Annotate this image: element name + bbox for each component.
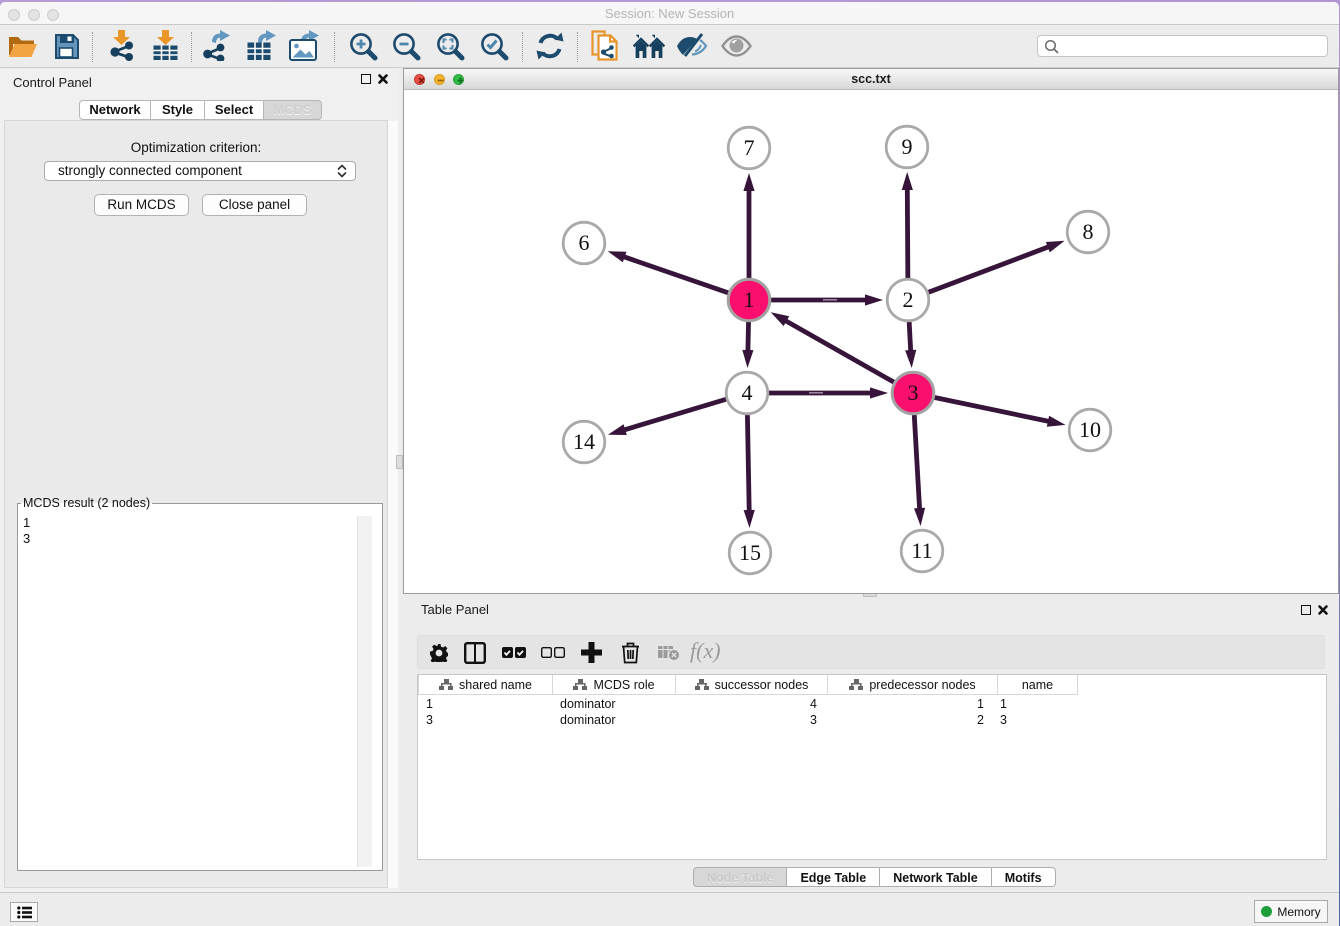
svg-text:2: 2 [903,287,914,312]
svg-text:9: 9 [902,134,913,159]
svg-text:3: 3 [908,380,919,405]
svg-text:15: 15 [739,540,761,565]
svg-text:4: 4 [742,380,753,405]
svg-text:10: 10 [1079,417,1101,442]
svg-text:7: 7 [744,135,755,160]
svg-text:8: 8 [1083,219,1094,244]
svg-text:11: 11 [911,538,932,563]
svg-text:6: 6 [579,230,590,255]
svg-text:1: 1 [744,287,755,312]
svg-text:14: 14 [573,429,595,454]
